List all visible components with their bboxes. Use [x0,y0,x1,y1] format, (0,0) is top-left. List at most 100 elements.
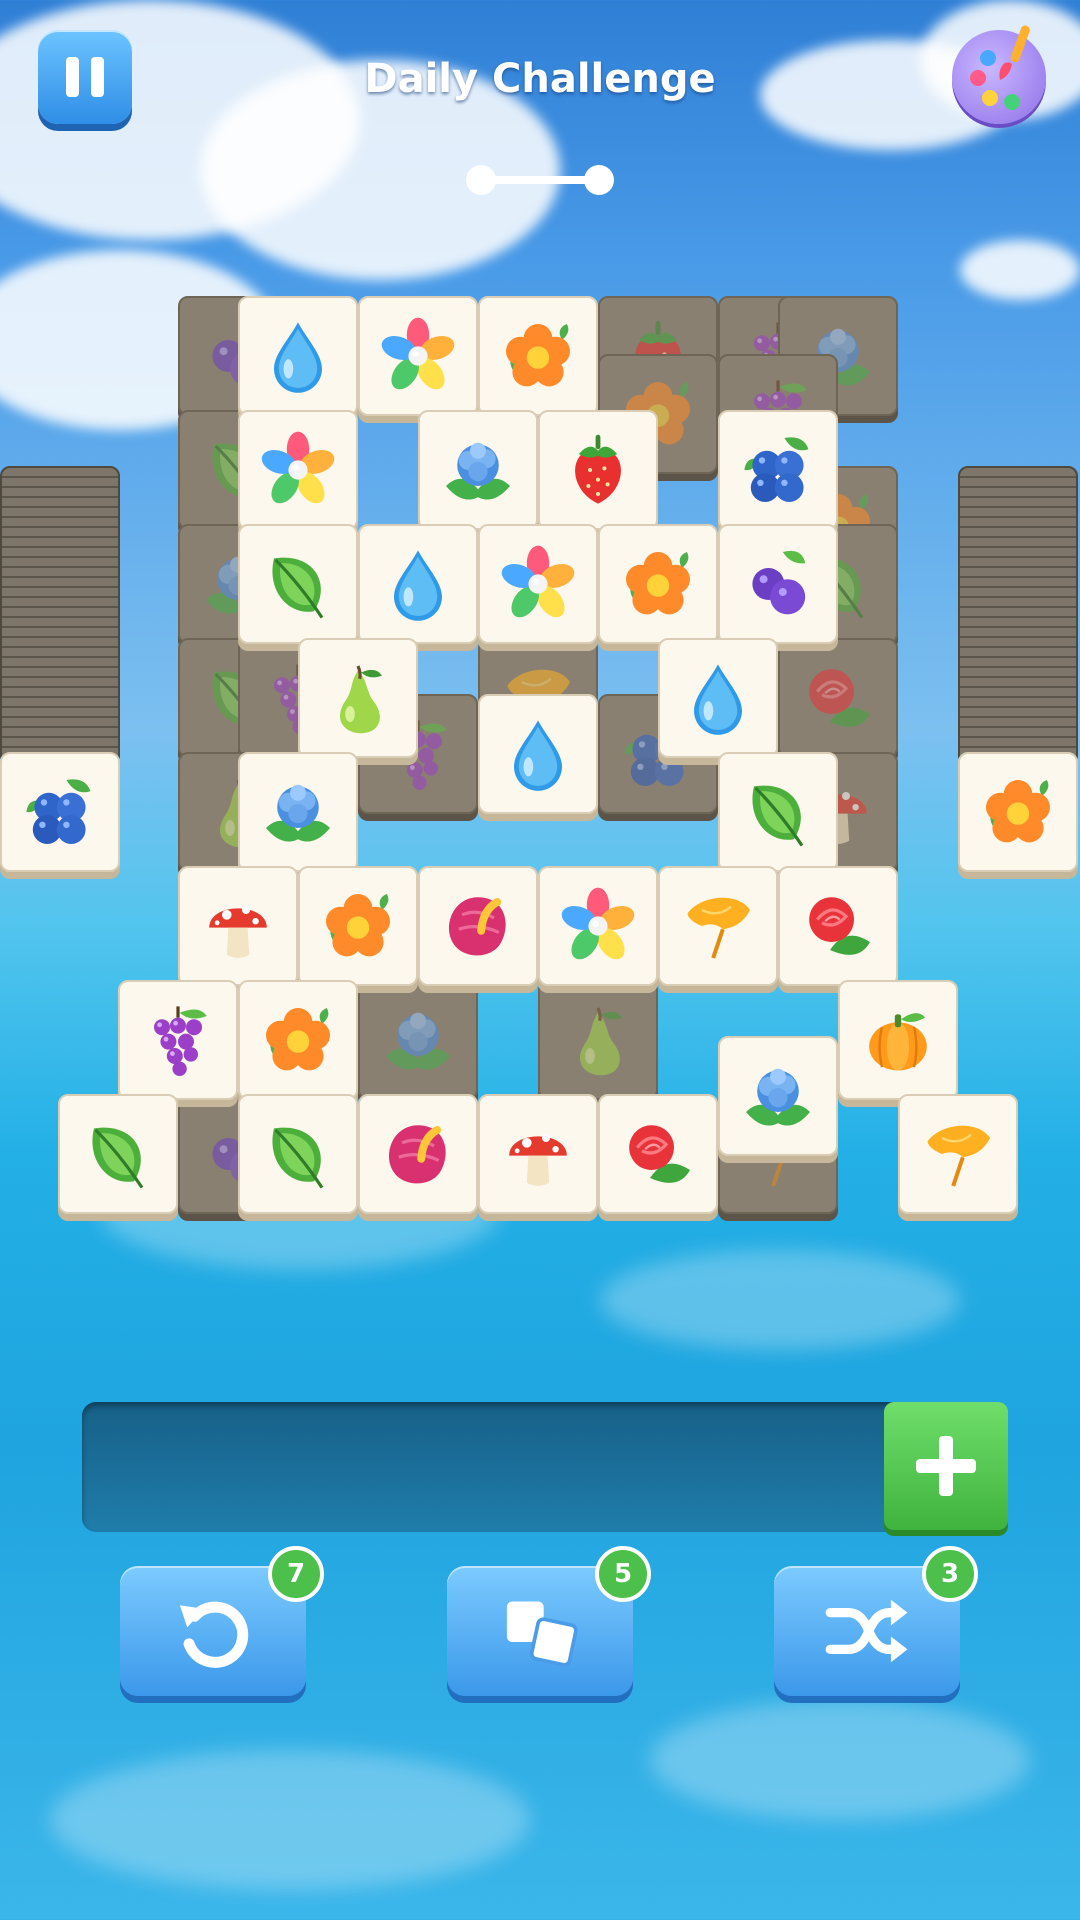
blueberry-icon [738,430,818,510]
tile-leaf[interactable] [718,752,838,872]
rainbow-flower-icon [558,886,638,966]
blue-rose-icon [438,430,518,510]
blueberry-icon [20,772,100,852]
left-tile-stack [0,466,120,766]
tile-rainbow-flower[interactable] [358,296,478,416]
progress-track [481,176,599,184]
red-rose-icon [618,1114,698,1194]
tile-red-rose-covered [778,638,898,758]
red-rose-icon [798,658,878,738]
level-progress-bar [466,165,614,195]
progress-start-marker [466,165,496,195]
theme-palette-button[interactable] [952,25,1046,124]
add-slot-button[interactable] [884,1402,1008,1530]
tile-orange-flower[interactable] [598,524,718,644]
tile-mushroom[interactable] [478,1094,598,1214]
progress-end-marker [584,165,614,195]
page-title: Daily Challenge [364,56,716,102]
tile-strawberry[interactable] [538,410,658,530]
tile-rainbow-flower[interactable] [538,866,658,986]
tile-blueberry[interactable] [0,752,120,872]
orange-flower-icon [498,316,578,396]
tile-ginkgo-leaf[interactable] [658,866,778,986]
water-drop-icon [498,714,578,794]
blue-rose-icon [258,772,338,852]
orange-flower-icon [618,544,698,624]
tile-blue-rose[interactable] [718,1036,838,1156]
tile-blue-rose[interactable] [238,752,358,872]
tile-water-drop[interactable] [238,296,358,416]
tile-pink-anthurium[interactable] [358,1094,478,1214]
rainbow-flower-icon [498,544,578,624]
pear-icon [558,1000,638,1080]
blue-rose-icon [378,1000,458,1080]
tile-leaf[interactable] [58,1094,178,1214]
tile-blue-rose-covered [358,980,478,1100]
undo-button[interactable]: 7 [120,1546,324,1696]
tile-orange-flower[interactable] [238,980,358,1100]
tile-red-rose[interactable] [778,866,898,986]
undo-icon [179,1601,249,1668]
tile-pear-covered [538,980,658,1100]
cards-return-icon [506,1601,578,1667]
rainbow-flower-icon [258,430,338,510]
grapes-icon [138,1000,218,1080]
tile-water-drop[interactable] [358,524,478,644]
shuffle-button[interactable]: 3 [774,1546,978,1696]
tile-leaf[interactable] [238,524,358,644]
tile-orange-flower[interactable] [958,752,1078,872]
tile-pear[interactable] [298,638,418,758]
tile-rainbow-flower[interactable] [478,524,598,644]
pause-icon [66,57,79,97]
tile-water-drop[interactable] [478,694,598,814]
return-count-badge: 5 [595,1546,651,1602]
strawberry-icon [558,430,638,510]
paint-dot [1004,94,1020,110]
leaf-icon [258,544,338,624]
tile-blue-rose[interactable] [418,410,538,530]
right-tile-stack [958,466,1078,766]
blue-rose-icon [738,1056,818,1136]
grape-plum-icon [738,544,818,624]
leaf-icon [78,1114,158,1194]
paint-dot [970,70,986,86]
mushroom-icon [498,1114,578,1194]
tile-leaf[interactable] [238,1094,358,1214]
tile-mushroom[interactable] [178,866,298,986]
pink-anthurium-icon [378,1114,458,1194]
tile-tray [82,1402,922,1532]
paint-dot [982,90,998,106]
pink-anthurium-icon [438,886,518,966]
tile-red-rose[interactable] [598,1094,718,1214]
tile-ginkgo-leaf[interactable] [898,1094,1018,1214]
ginkgo-leaf-icon [918,1114,998,1194]
tile-grape-plum[interactable] [718,524,838,644]
mushroom-icon [198,886,278,966]
orange-flower-icon [978,772,1058,852]
water-drop-icon [258,316,338,396]
orange-flower-icon [318,886,398,966]
water-drop-icon [678,658,758,738]
tile-rainbow-flower[interactable] [238,410,358,530]
tile-blueberry[interactable] [718,410,838,530]
tile-grapes[interactable] [118,980,238,1100]
tile-orange-flower[interactable] [298,866,418,986]
tile-pumpkin[interactable] [838,980,958,1100]
pause-button[interactable] [38,30,132,124]
tile-pink-anthurium[interactable] [418,866,538,986]
paintbrush-icon [999,25,1030,80]
ginkgo-leaf-icon [678,886,758,966]
paint-dot [980,50,996,66]
rainbow-flower-icon [378,316,458,396]
leaf-icon [258,1114,338,1194]
pumpkin-icon [858,1000,938,1080]
return-tiles-button[interactable]: 5 [447,1546,651,1696]
leaf-icon [738,772,818,852]
tile-water-drop[interactable] [658,638,778,758]
orange-flower-icon [258,1000,338,1080]
red-rose-icon [798,886,878,966]
water-drop-icon [378,544,458,624]
pause-icon-bar [91,57,104,97]
pear-icon [318,658,398,738]
tile-orange-flower[interactable] [478,296,598,416]
